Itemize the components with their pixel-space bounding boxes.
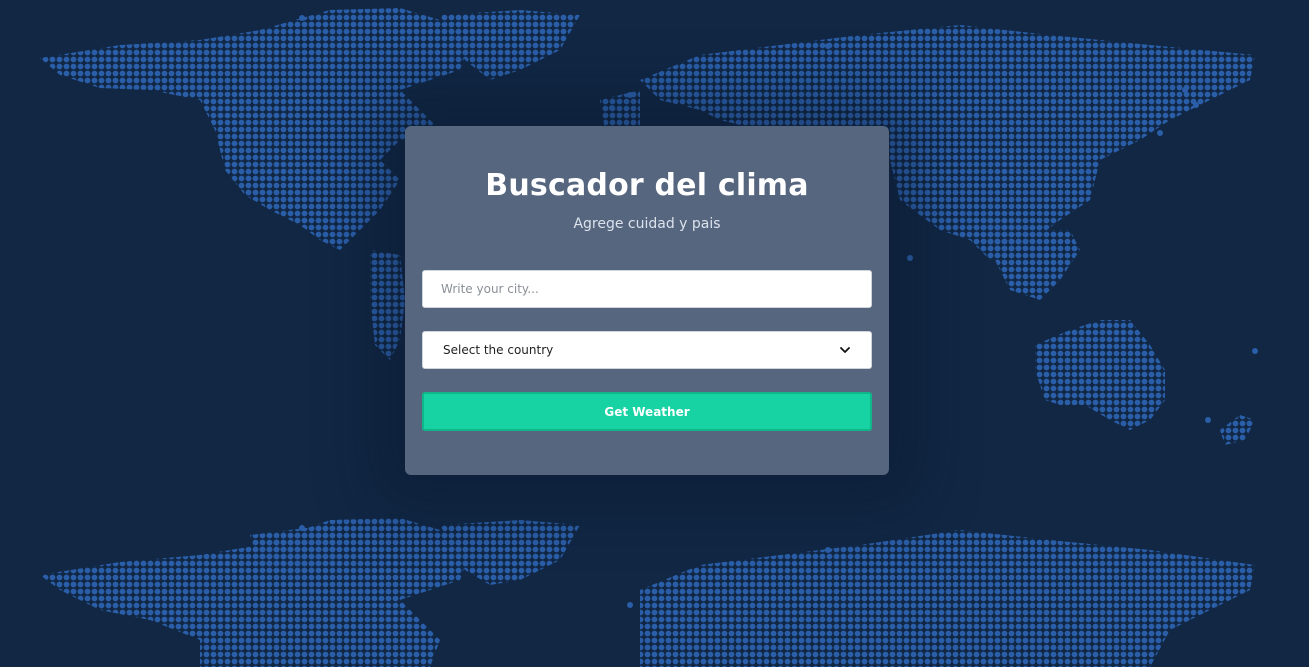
country-select-value: Select the country	[443, 343, 554, 357]
chevron-down-icon	[839, 344, 851, 356]
get-weather-button[interactable]: Get Weather	[422, 392, 872, 431]
weather-search-card: Buscador del clima Agrege cuidad y pais …	[405, 126, 889, 475]
city-input[interactable]	[422, 270, 872, 308]
page-subtitle: Agrege cuidad y pais	[573, 216, 721, 232]
page-title: Buscador del clima	[485, 168, 809, 203]
country-select[interactable]: Select the country	[422, 331, 872, 369]
